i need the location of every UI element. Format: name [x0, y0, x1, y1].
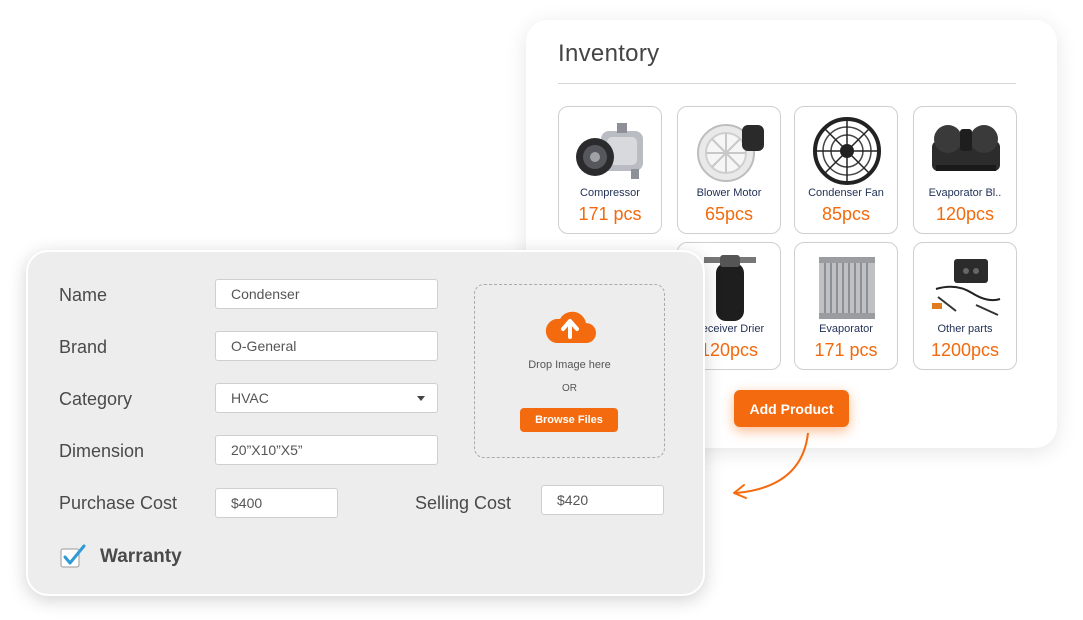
item-quantity: 171 pcs: [578, 204, 642, 224]
curved-arrow-icon: [733, 432, 809, 499]
item-quantity: 85pcs: [821, 204, 871, 224]
selling-cost-label: Selling Cost: [415, 493, 512, 513]
inventory-item-condenser-fan[interactable]: Condenser Fan 85pcs: [794, 106, 898, 234]
warranty-label: Warranty: [100, 546, 182, 567]
purchase-cost-label: Purchase Cost: [59, 493, 178, 513]
add-product-button[interactable]: Add Product: [734, 390, 849, 427]
name-label: Name: [59, 285, 108, 305]
dimension-label: Dimension: [59, 441, 145, 461]
category-label: Category: [59, 389, 133, 409]
inventory-title: Inventory: [558, 40, 660, 67]
category-value: HVAC: [231, 390, 269, 406]
drop-image-text: Drop Image here: [528, 359, 611, 371]
item-name: Evaporator Bl..: [928, 187, 1002, 199]
inventory-item-blower-motor[interactable]: Blower Motor 65pcs: [677, 106, 781, 234]
product-form: Name Condenser Brand O-General Category …: [26, 250, 705, 596]
inventory-item-other-parts[interactable]: Other parts 1200pcs: [913, 242, 1017, 370]
item-quantity: 65pcs: [704, 204, 754, 224]
browse-files-button[interactable]: Browse Files: [520, 408, 618, 432]
evaporator-icon: [819, 257, 875, 319]
warranty-checkbox[interactable]: [60, 544, 86, 568]
item-name: Compressor: [580, 187, 640, 199]
category-select[interactable]: HVAC: [215, 383, 438, 413]
name-input[interactable]: Condenser: [215, 279, 438, 309]
item-quantity: 1200pcs: [930, 340, 1000, 360]
divider: [558, 83, 1016, 84]
image-dropzone[interactable]: Drop Image here OR Browse Files: [474, 284, 665, 458]
evaporator-blower-icon: [932, 125, 1000, 171]
condenser-fan-icon: [813, 117, 881, 185]
inventory-item-compressor[interactable]: Compressor 171 pcs: [558, 106, 662, 234]
item-name: Condenser Fan: [808, 187, 884, 199]
blower-motor-icon: [697, 124, 764, 182]
chevron-down-icon: [417, 396, 425, 401]
compressor-icon: [576, 123, 643, 179]
brand-label: Brand: [59, 337, 108, 357]
purchase-cost-input[interactable]: $400: [215, 488, 338, 518]
other-parts-icon: [932, 259, 1001, 316]
item-name: Blower Motor: [696, 187, 762, 199]
item-quantity: 171 pcs: [814, 340, 878, 360]
selling-cost-input[interactable]: $420: [541, 485, 664, 515]
inventory-item-evaporator-blower[interactable]: Evaporator Bl.. 120pcs: [913, 106, 1017, 234]
or-text: OR: [562, 383, 577, 394]
brand-input[interactable]: O-General: [215, 331, 438, 361]
inventory-item-evaporator[interactable]: Evaporator 171 pcs: [794, 242, 898, 370]
dimension-input[interactable]: 20”X10”X5”: [215, 435, 438, 465]
item-name: Evaporator: [819, 323, 873, 335]
item-quantity: 120pcs: [935, 204, 995, 224]
item-name: Other parts: [937, 323, 993, 335]
cloud-upload-icon: [545, 311, 596, 343]
